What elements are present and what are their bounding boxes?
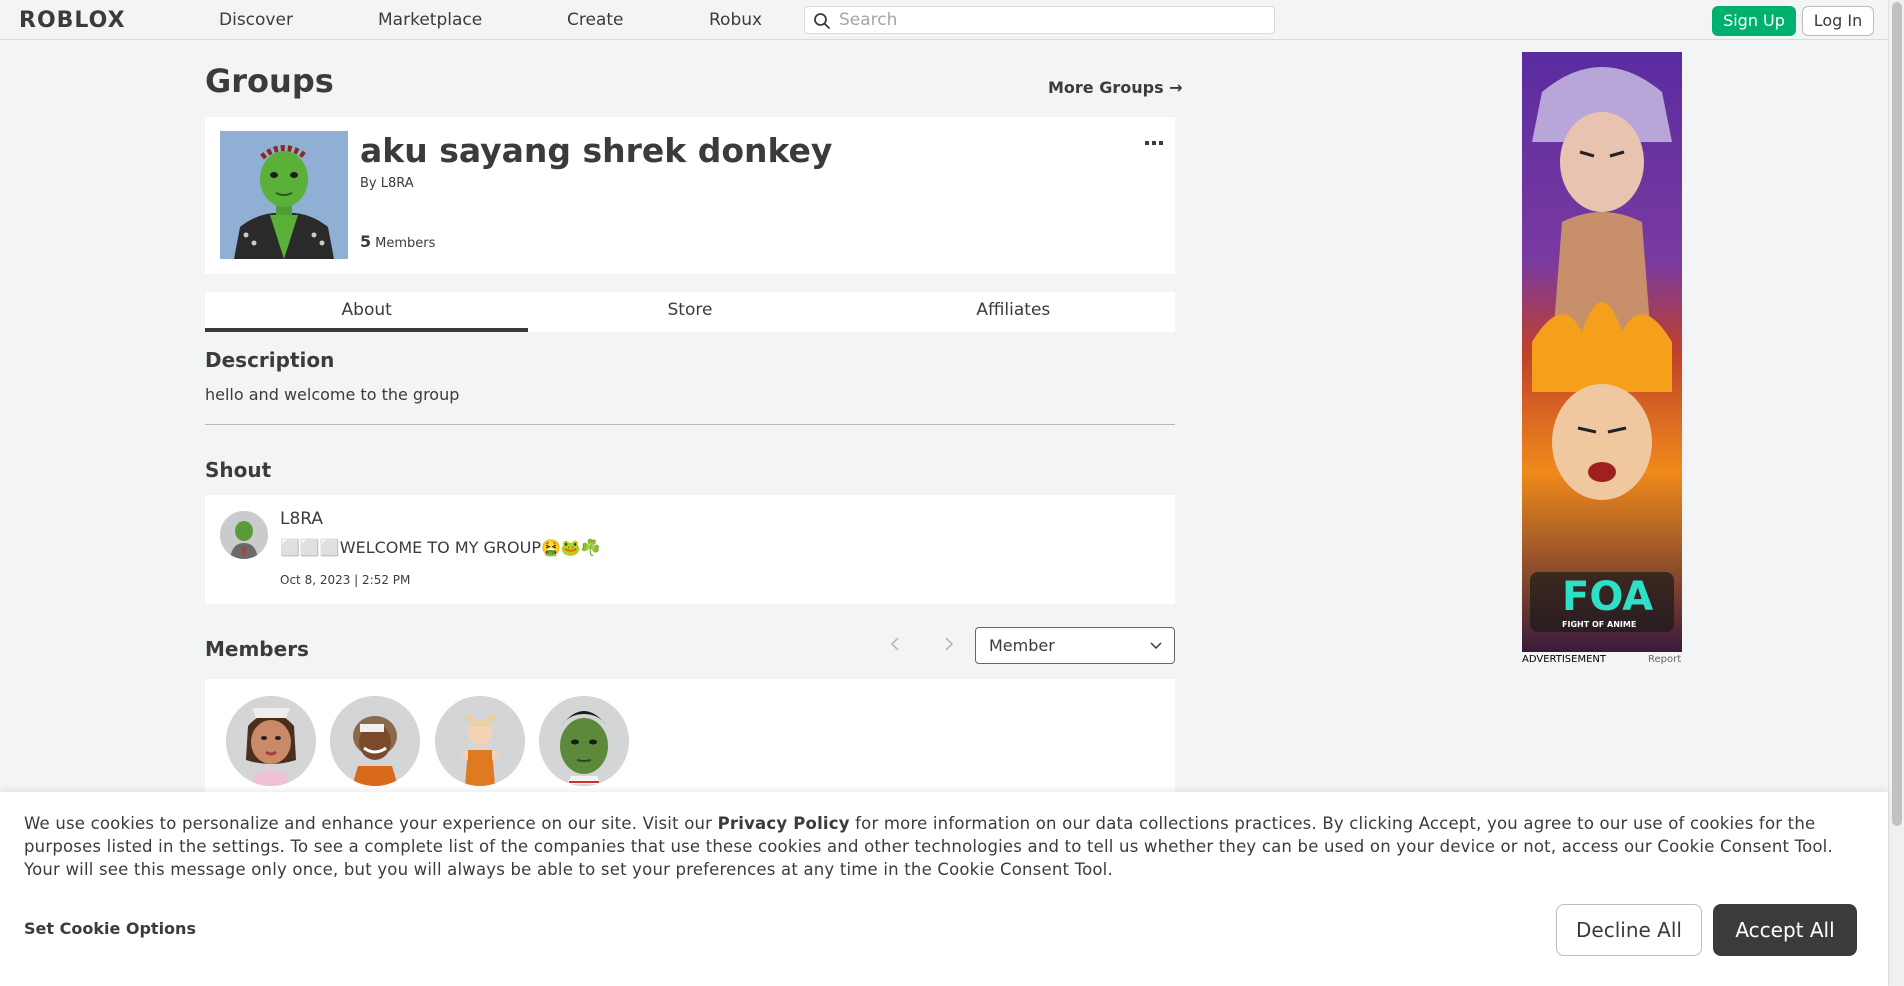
chevron-down-icon	[1150, 642, 1162, 650]
group-owner-line: By L8RA	[360, 176, 414, 191]
shout-heading: Shout	[205, 458, 272, 482]
sign-up-button[interactable]: Sign Up	[1712, 6, 1796, 36]
member-avatar[interactable]	[539, 696, 629, 786]
roblox-logo[interactable]: ROBLOX	[19, 8, 126, 33]
tab-store[interactable]: Store	[528, 292, 851, 332]
set-cookie-options-link[interactable]: Set Cookie Options	[24, 919, 196, 938]
nav-robux[interactable]: Robux	[709, 10, 762, 30]
shout-card: L8RA ⬜⬜⬜WELCOME TO MY GROUP🤮🐸☘️ Oct 8, 2…	[205, 495, 1175, 604]
page-scrollbar[interactable]	[1888, 0, 1904, 986]
tab-about[interactable]: About	[205, 292, 529, 332]
advertisement-banner[interactable]: FOA FIGHT OF ANIME	[1522, 52, 1682, 652]
description-heading: Description	[205, 348, 335, 372]
privacy-policy-link[interactable]: Privacy Policy	[718, 814, 850, 833]
ad-logo-subtitle: FIGHT OF ANIME	[1562, 620, 1637, 629]
nav-discover[interactable]: Discover	[219, 10, 293, 30]
member-count-number: 5	[360, 232, 372, 251]
shout-timestamp: Oct 8, 2023 | 2:52 PM	[280, 573, 411, 587]
by-label: By	[360, 176, 377, 191]
description-text: hello and welcome to the group	[205, 385, 460, 404]
group-header-card: aku sayang shrek donkey By L8RA 5 Members	[205, 117, 1175, 274]
member-count: 5 Members	[360, 232, 435, 251]
scrollbar-thumb[interactable]	[1892, 2, 1902, 826]
tab-affiliates[interactable]: Affiliates	[852, 292, 1175, 332]
log-in-button[interactable]: Log In	[1802, 6, 1874, 36]
search-input[interactable]	[839, 10, 1259, 30]
section-divider	[205, 424, 1175, 425]
top-navigation: ROBLOX Discover Marketplace Create Robux…	[0, 0, 1888, 40]
nav-marketplace[interactable]: Marketplace	[378, 10, 482, 30]
member-count-label: Members	[375, 236, 436, 251]
shout-poster-name[interactable]: L8RA	[280, 509, 323, 529]
accept-all-button[interactable]: Accept All	[1713, 904, 1857, 956]
ad-logo-text: FOA	[1562, 574, 1654, 620]
members-card	[205, 679, 1175, 809]
group-emblem-image	[220, 131, 348, 259]
cookie-message-part1: We use cookies to personalize and enhanc…	[24, 814, 718, 833]
member-avatar[interactable]	[226, 696, 316, 786]
nav-create[interactable]: Create	[567, 10, 624, 30]
report-ad-link[interactable]: Report	[1648, 654, 1681, 665]
group-owner-link[interactable]: L8RA	[381, 176, 414, 191]
advertisement-label: ADVERTISEMENT	[1522, 654, 1607, 665]
page-title: Groups	[205, 62, 334, 100]
role-select[interactable]: Member	[975, 627, 1175, 664]
shout-message: ⬜⬜⬜WELCOME TO MY GROUP🤮🐸☘️	[280, 538, 601, 557]
members-heading: Members	[205, 637, 309, 661]
cookie-message: We use cookies to personalize and enhanc…	[24, 812, 1844, 881]
decline-all-button[interactable]: Decline All	[1556, 904, 1702, 956]
member-avatar[interactable]	[330, 696, 420, 786]
chevron-right-icon[interactable]	[940, 636, 956, 652]
search-icon	[814, 13, 830, 29]
more-groups-link[interactable]: More Groups →	[1048, 78, 1183, 97]
cookie-consent-banner: We use cookies to personalize and enhanc…	[0, 792, 1888, 986]
more-options-icon[interactable]	[1145, 131, 1163, 152]
member-avatar[interactable]	[435, 696, 525, 786]
group-name: aku sayang shrek donkey	[360, 131, 833, 170]
role-select-value: Member	[989, 636, 1055, 655]
search-box	[804, 6, 1275, 34]
group-tabs: About Store Affiliates	[205, 292, 1175, 332]
chevron-left-icon[interactable]	[888, 636, 904, 652]
shout-poster-avatar[interactable]	[220, 511, 268, 559]
